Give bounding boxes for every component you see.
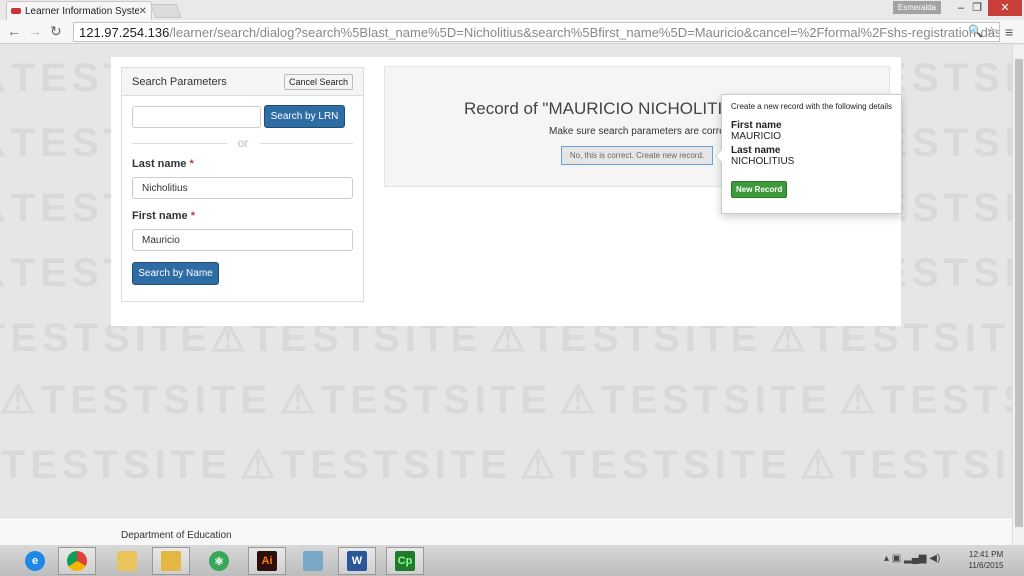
browser-tab[interactable]: Learner Information Syste ✕ [6, 1, 152, 20]
popover-first-name-value: MAURICIO [731, 131, 781, 142]
url-host: 121.97.254.136 [79, 24, 170, 40]
popover-last-name-label: Last name [731, 145, 781, 156]
clock-time: 12:41 PM [968, 550, 1004, 559]
required-mark: * [189, 158, 194, 170]
panel-title: Search Parameters [132, 75, 227, 88]
watermark: ⚠TESTSITE [0, 443, 232, 487]
last-name-field[interactable]: Nicholitius [132, 177, 353, 199]
atom-icon[interactable]: ⚛ [200, 547, 238, 575]
tab-close-icon[interactable]: ✕ [139, 6, 147, 17]
watermark: ⚠TESTSITE [840, 378, 1012, 422]
ie-icon[interactable]: e [20, 548, 50, 574]
create-new-record-button[interactable]: No, this is correct. Create new record. [561, 146, 713, 165]
popover-arrow [715, 149, 722, 163]
new-record-button[interactable]: New Record [731, 181, 788, 198]
forward-arrow-icon[interactable]: → [28, 23, 42, 39]
zoom-icon[interactable]: 🔍 [968, 24, 983, 38]
url-path: /learner/search/dialog?search%5Blast_nam… [169, 24, 1000, 40]
system-tray[interactable]: ▴ ▣ ▂▄▆ ◀) [884, 553, 940, 564]
new-record-popover: Create a new record with the following d… [715, 94, 902, 214]
clock-date: 11/6/2015 [968, 561, 1004, 570]
cancel-search-button[interactable]: Cancel Search [283, 73, 353, 90]
window-close-icon[interactable]: ✕ [988, 0, 1022, 16]
back-arrow-icon[interactable]: ← [7, 23, 21, 39]
address-bar[interactable]: 121.97.254.136/learner/search/dialog?sea… [73, 22, 1000, 42]
system-clock[interactable]: 12:41 PM 11/6/2015 [956, 549, 1016, 571]
popover-title: Create a new record with the following d… [731, 102, 892, 111]
watermark: ⚠TESTSITE [280, 378, 552, 422]
chrome-icon[interactable] [58, 547, 96, 575]
bookmark-star-icon[interactable]: ☆ [986, 24, 997, 38]
first-name-field[interactable]: Mauricio [132, 229, 353, 251]
first-name-label: First name * [132, 210, 195, 222]
search-by-lrn-button[interactable]: Search by LRN [264, 105, 345, 128]
required-mark: * [190, 210, 195, 222]
favicon-icon [11, 8, 21, 14]
reload-icon[interactable]: ↻ [50, 23, 62, 40]
popover-last-name-value: NICHOLITIUS [731, 156, 795, 167]
search-by-name-button[interactable]: Search by Name [132, 262, 219, 285]
menu-icon[interactable]: ≡ [1005, 24, 1013, 40]
tab-title: Learner Information Syste [25, 5, 139, 17]
last-name-label: Last name * [132, 158, 194, 170]
record-title: Record of "MAURICIO NICHOLITIUS [464, 99, 746, 118]
lrn-input[interactable] [132, 106, 261, 128]
illustrator-icon[interactable]: Ai [248, 547, 286, 575]
scrollbar-thumb[interactable] [1015, 59, 1023, 527]
restore-icon[interactable]: ❐ [964, 0, 990, 16]
panel-header: Search Parameters Cancel Search [122, 68, 363, 96]
profile-name[interactable]: Esmeralda [893, 1, 941, 14]
word-icon[interactable]: W [338, 547, 376, 575]
captivate-icon[interactable]: Cp [386, 547, 424, 575]
watermark: ⚠TESTSITE [800, 443, 1012, 487]
watermark: ⚠TESTSITE [0, 378, 272, 422]
watermark: ⚠TESTSITE [520, 443, 792, 487]
app-icon[interactable] [294, 547, 332, 575]
file-explorer-icon[interactable] [152, 547, 190, 575]
footer-text: Department of Education [121, 530, 232, 541]
folder-icon[interactable] [108, 547, 146, 575]
popover-first-name-label: First name [731, 120, 782, 131]
or-text: or [237, 136, 249, 150]
new-tab-button[interactable] [150, 4, 182, 18]
watermark: ⚠TESTSITE [240, 443, 512, 487]
vertical-scrollbar[interactable] [1012, 45, 1024, 545]
watermark: ⚠TESTSITE [560, 378, 832, 422]
instruction-text: Make sure search parameters are correct [549, 126, 733, 137]
